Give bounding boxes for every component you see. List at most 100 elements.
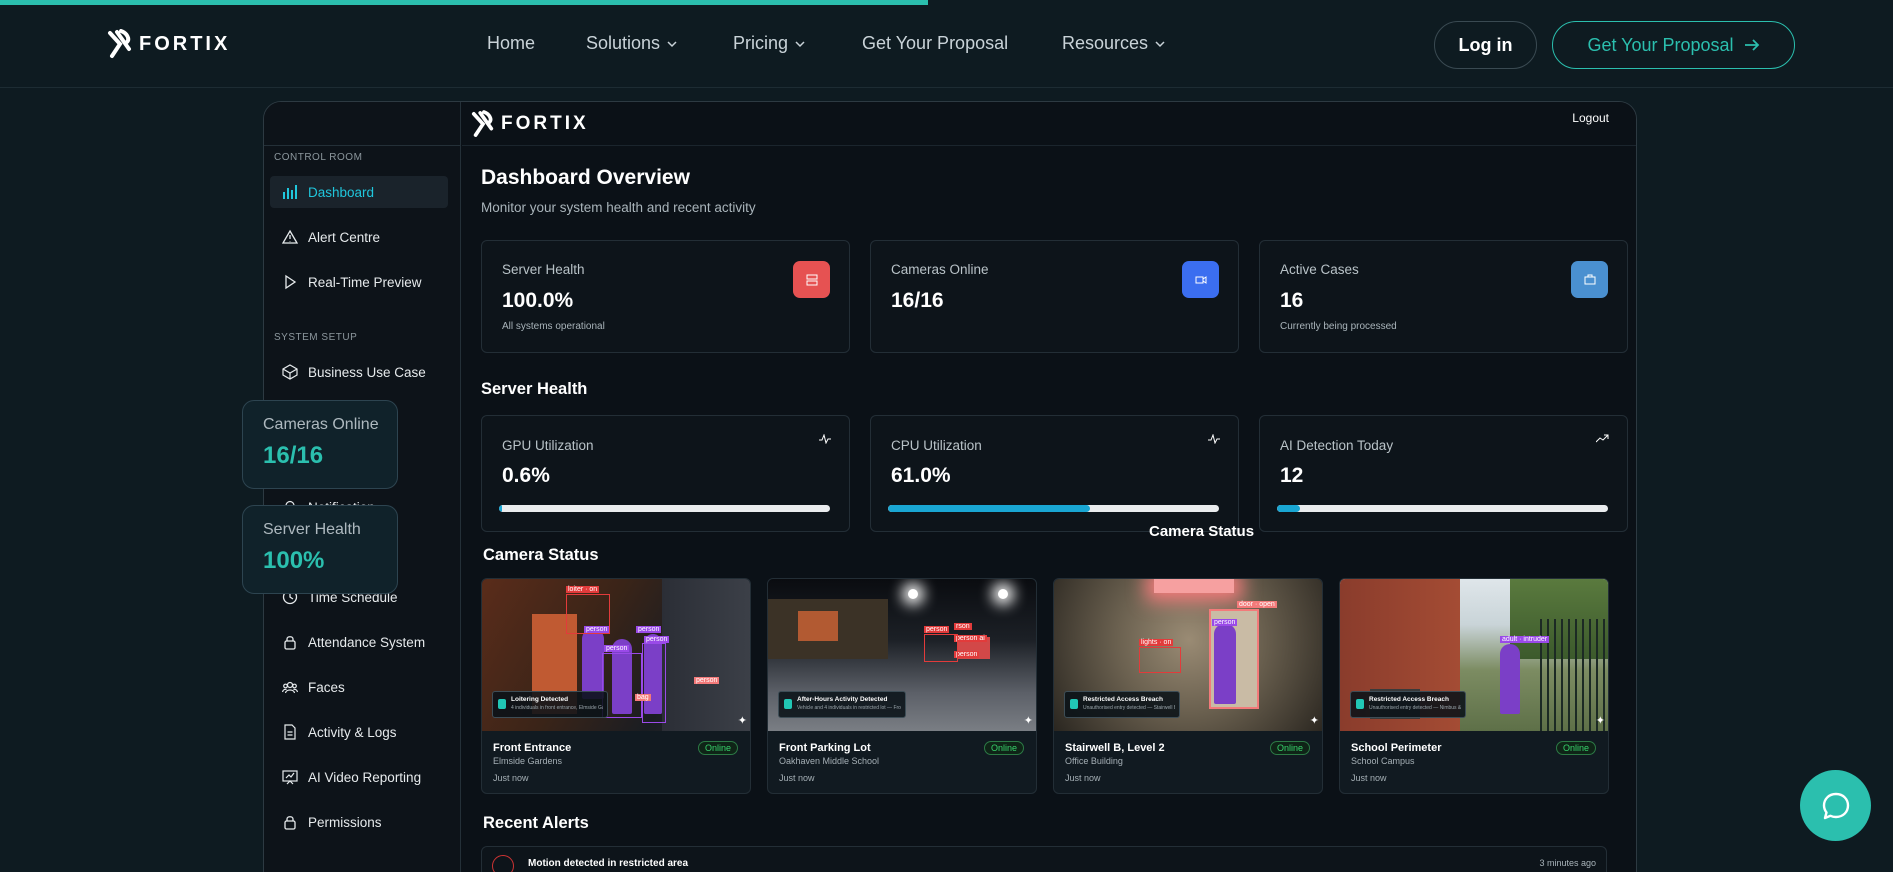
float-label: Server Health: [263, 521, 361, 538]
person-silhouette: [1214, 624, 1236, 704]
stat-note: Currently being processed: [1280, 321, 1397, 332]
nav-resources[interactable]: Resources: [1062, 33, 1166, 54]
sidebar-section-control-room: CONTROL ROOM: [274, 152, 363, 163]
sidebar-item-ai-video-reporting[interactable]: AI Video Reporting: [270, 761, 448, 793]
event-overlay: Loitering Detected 4 individuals in front…: [492, 691, 608, 718]
camera-card-front-entrance[interactable]: loiter · on person person person person …: [481, 578, 751, 794]
util-value: 61.0%: [891, 464, 951, 487]
detection-label: person: [1212, 619, 1238, 626]
overlay-title: After-Hours Activity Detected: [797, 696, 888, 703]
briefcase-icon: [1571, 261, 1608, 298]
nav-solutions-label: Solutions: [586, 33, 661, 53]
detection-label: person: [694, 677, 720, 684]
sidebar-item-business-use-case[interactable]: Business Use Case: [270, 356, 448, 388]
cpu-progress-bar: [888, 505, 1219, 512]
nav-get-proposal[interactable]: Get Your Proposal: [862, 33, 1008, 54]
light-glow: [998, 589, 1008, 599]
overlay-text: Unauthorised entry detected — Stairwell …: [1083, 705, 1175, 711]
sidebar-item-label: Alert Centre: [308, 229, 381, 245]
nav-home[interactable]: Home: [487, 33, 535, 54]
detection-label: bag: [635, 694, 651, 701]
stat-label: Cameras Online: [891, 262, 989, 277]
camera-time: Just now: [1065, 773, 1101, 783]
progress-fill: [1277, 505, 1301, 512]
dashboard-preview-frame: CONTROL ROOM Dashboard Alert Centre Real…: [263, 101, 1637, 872]
stat-value: 16: [1280, 289, 1304, 312]
camera-name: Front Parking Lot: [779, 742, 871, 754]
util-label: GPU Utilization: [502, 438, 594, 453]
activity-icon: [819, 434, 831, 444]
alert-text: Motion detected in restricted area: [528, 858, 689, 869]
camera-name: Stairwell B, Level 2: [1065, 742, 1165, 754]
main-panel: FORTIX Logout Dashboard Overview Monitor…: [462, 102, 1636, 872]
fortix-logo-icon: [108, 29, 131, 58]
camera-name: School Perimeter: [1351, 742, 1442, 754]
camera-location: Oakhaven Middle School: [779, 756, 880, 766]
chevron-down-icon: [1155, 40, 1165, 47]
util-card-gpu: GPU Utilization 0.6%: [481, 415, 850, 532]
top-navigation: FORTIX Home Solutions Pricing Get Your P…: [0, 5, 1893, 88]
sidebar-item-label: Dashboard: [308, 184, 375, 200]
brand-logo[interactable]: FORTIX: [107, 29, 230, 59]
sparkle-icon: ✦: [737, 715, 747, 727]
detection-label: loiter · on: [566, 586, 600, 593]
detection-label: rson: [954, 623, 972, 630]
sidebar-item-label: Faces: [308, 679, 345, 695]
stat-card-server-health: Server Health 100.0% All systems operati…: [481, 240, 850, 353]
users-icon: [282, 681, 298, 694]
detection-label: person: [604, 645, 630, 652]
sidebar-item-permissions[interactable]: Permissions: [270, 806, 448, 838]
event-overlay: Restricted Access Breach Unauthorised ent…: [1064, 691, 1180, 718]
camera-icon: [1182, 261, 1219, 298]
gpu-progress-bar: [499, 505, 830, 512]
server-icon: [793, 261, 830, 298]
event-overlay: After-Hours Activity Detected Vehicle and…: [778, 691, 906, 718]
chevron-down-icon: [667, 40, 677, 47]
util-value: 0.6%: [502, 464, 550, 487]
cube-icon: [282, 364, 298, 380]
overlay-title: Restricted Access Breach: [1369, 696, 1449, 703]
sidebar-item-activity-logs[interactable]: Activity & Logs: [270, 716, 448, 748]
detection-label: person: [644, 636, 670, 643]
login-button[interactable]: Log in: [1434, 21, 1537, 69]
camera-location: Office Building: [1065, 756, 1123, 766]
nav-solutions[interactable]: Solutions: [586, 33, 678, 54]
stat-value: 100.0%: [502, 289, 574, 312]
person-silhouette: [1500, 644, 1520, 714]
camera-name: Front Entrance: [493, 742, 572, 754]
sidebar-item-dashboard[interactable]: Dashboard: [270, 176, 448, 208]
event-overlay: Restricted Access Breach Unauthorised ent…: [1350, 691, 1466, 718]
camera-card-school-perimeter[interactable]: adult · intruder Restricted Access Breac…: [1339, 578, 1609, 794]
camera-feed-image: loiter · on person person person person …: [482, 579, 750, 731]
get-proposal-button[interactable]: Get Your Proposal: [1552, 21, 1795, 69]
logout-button[interactable]: Logout: [1572, 111, 1609, 125]
overlay-title: Restricted Access Breach: [1083, 696, 1163, 703]
shield-icon: [784, 699, 792, 709]
sidebar-item-label: Permissions: [308, 814, 382, 830]
float-value: 100%: [263, 547, 325, 574]
nav-pricing-label: Pricing: [733, 33, 789, 53]
chat-button[interactable]: [1800, 770, 1871, 841]
sidebar-item-alert-centre[interactable]: Alert Centre: [270, 221, 448, 253]
sidebar-item-real-time-preview[interactable]: Real-Time Preview: [270, 266, 448, 298]
sidebar-item-faces[interactable]: Faces: [270, 671, 448, 703]
camera-card-stairwell-b[interactable]: door · open person lights · on Restricte…: [1053, 578, 1323, 794]
door-shape: [798, 611, 838, 641]
chat-bubble-icon: [1822, 792, 1849, 819]
camera-card-front-parking-lot[interactable]: rson person ai person person After-Hours…: [767, 578, 1037, 794]
status-badge: Online: [983, 741, 1024, 755]
chevron-down-icon: [795, 40, 805, 47]
detection-box: [642, 643, 666, 723]
nav-pricing[interactable]: Pricing: [733, 33, 806, 54]
status-badge: Online: [1555, 741, 1596, 755]
app-logo: FORTIX: [471, 110, 589, 138]
camera-time: Just now: [779, 773, 815, 783]
nav-proposal-label: Get Your Proposal: [862, 33, 1009, 53]
cta-label: Get Your Proposal: [1587, 34, 1734, 55]
detection-box: [924, 634, 958, 662]
camera-feed-image: rson person ai person person After-Hours…: [768, 579, 1036, 731]
alert-row[interactable]: Motion detected in restricted area 3 min…: [481, 846, 1607, 872]
person-silhouette: [582, 629, 604, 699]
sidebar-item-attendance-system[interactable]: Attendance System: [270, 626, 448, 658]
play-icon: [285, 274, 297, 290]
